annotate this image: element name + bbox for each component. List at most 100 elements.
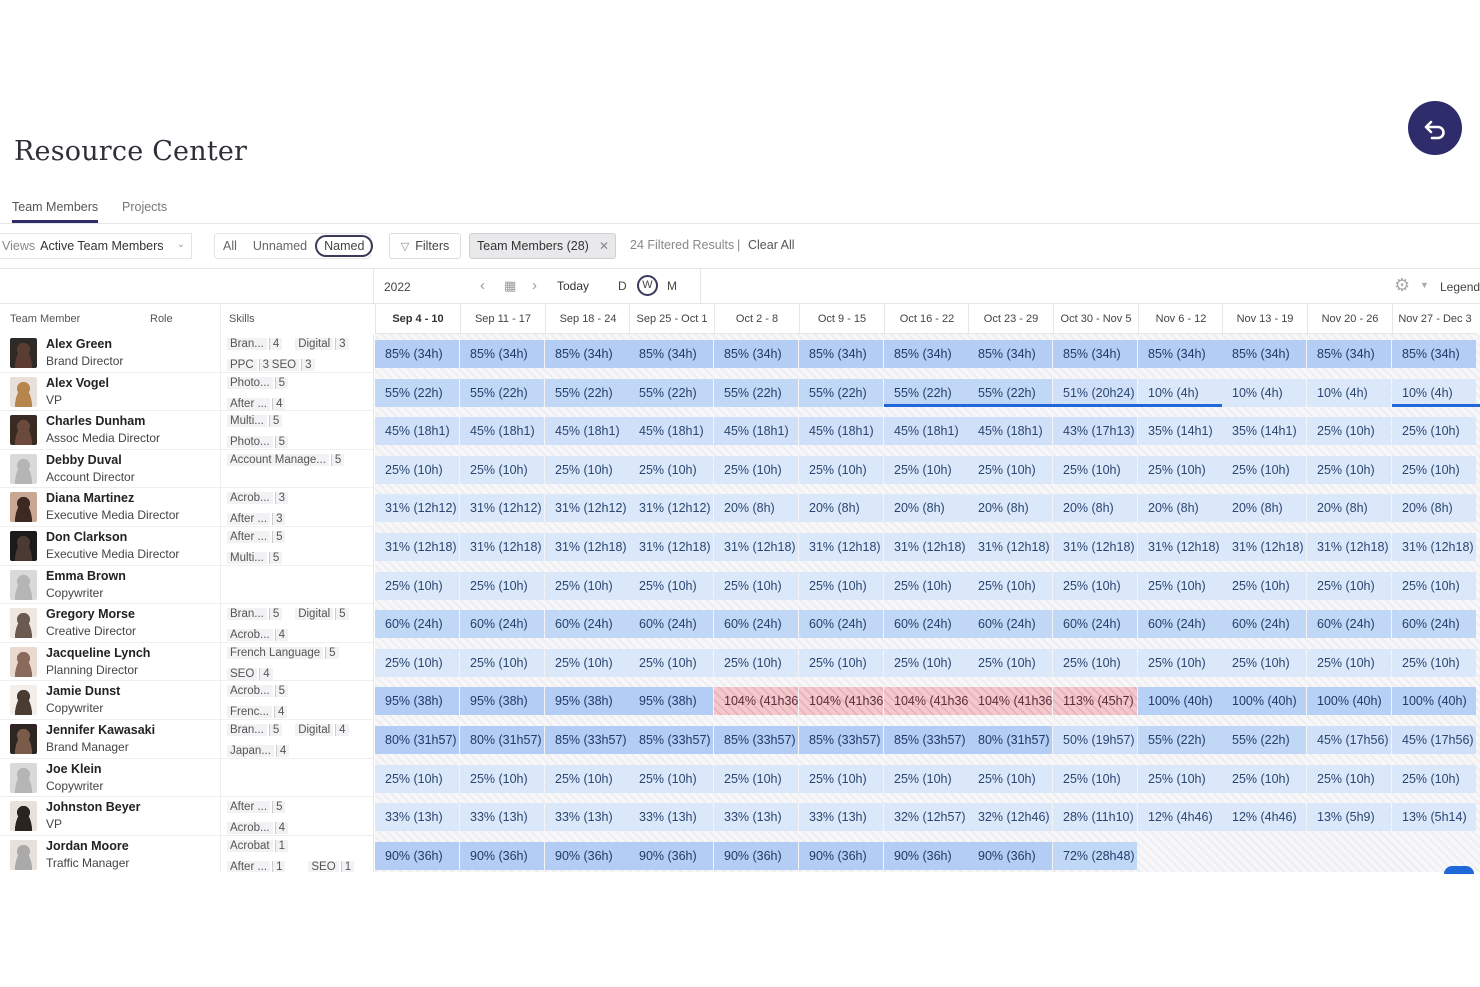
capacity-cell[interactable]: 25% (10h)	[545, 571, 629, 600]
capacity-cell[interactable]: 33% (13h)	[545, 803, 629, 832]
zoom-week[interactable]: W	[637, 275, 658, 296]
capacity-cell[interactable]: 20% (8h)	[1392, 494, 1476, 523]
avatar[interactable]	[10, 531, 37, 561]
capacity-cell[interactable]: 20% (8h)	[1222, 494, 1306, 523]
capacity-cell[interactable]: 25% (10h)	[629, 648, 713, 677]
capacity-cell[interactable]: 104% (41h36	[714, 687, 798, 716]
views-dropdown[interactable]: Views Active Team Members ⌄	[0, 233, 192, 259]
team-member-row[interactable]: Alex Vogel VP Photo... 5 After ... 4	[0, 372, 373, 412]
capacity-cell[interactable]: 90% (36h)	[968, 841, 1052, 870]
legend-button[interactable]: Legend	[1440, 280, 1480, 294]
capacity-cell[interactable]: 25% (10h)	[1222, 455, 1306, 484]
capacity-cell[interactable]: 85% (34h)	[1138, 340, 1222, 368]
capacity-cell[interactable]: 25% (10h)	[1307, 648, 1391, 677]
capacity-cell[interactable]: 25% (10h)	[1392, 455, 1476, 484]
capacity-cell[interactable]: 90% (36h)	[884, 841, 968, 870]
capacity-cell[interactable]: 20% (8h)	[1307, 494, 1391, 523]
capacity-cell[interactable]: 12% (4h46)	[1222, 803, 1306, 832]
capacity-cell[interactable]: 55% (22h)	[799, 378, 883, 407]
member-name[interactable]: Charles Dunham	[46, 414, 145, 428]
capacity-cell[interactable]: 25% (10h)	[375, 571, 459, 600]
member-name[interactable]: Alex Vogel	[46, 376, 109, 390]
capacity-cell[interactable]: 45% (18h1)	[629, 417, 713, 446]
capacity-cell[interactable]: 85% (34h)	[460, 340, 544, 368]
capacity-cell[interactable]: 90% (36h)	[714, 841, 798, 870]
capacity-cell[interactable]: 60% (24h)	[884, 610, 968, 639]
capacity-cell[interactable]: 25% (10h)	[799, 571, 883, 600]
week-header[interactable]: Nov 20 - 26	[1307, 304, 1392, 334]
capacity-cell[interactable]: 80% (31h57)	[375, 726, 459, 754]
capacity-cell[interactable]: 12% (4h46)	[1138, 803, 1222, 832]
capacity-cell[interactable]: 33% (13h)	[714, 803, 798, 832]
capacity-cell[interactable]: 31% (12h18)	[1222, 533, 1306, 561]
segment-named[interactable]: Named	[315, 235, 374, 257]
capacity-cell[interactable]: 25% (10h)	[460, 648, 544, 677]
capacity-cell[interactable]: 25% (10h)	[714, 764, 798, 793]
avatar[interactable]	[10, 492, 37, 523]
capacity-cell[interactable]: 25% (10h)	[799, 455, 883, 484]
team-member-row[interactable]: Johnston Beyer VP After ... 5 Acrob... 4	[0, 797, 373, 836]
capacity-cell[interactable]: 60% (24h)	[968, 610, 1052, 639]
clear-all-link[interactable]: Clear All	[748, 238, 795, 252]
capacity-cell[interactable]: 55% (22h)	[629, 378, 713, 407]
capacity-cell[interactable]: 85% (34h)	[1392, 340, 1476, 368]
avatar[interactable]	[10, 338, 37, 368]
capacity-cell[interactable]: 25% (10h)	[1138, 455, 1222, 484]
capacity-cell[interactable]: 25% (10h)	[884, 764, 968, 793]
team-member-row[interactable]: Gregory Morse Creative Director Bran... 5 Di…	[0, 604, 373, 643]
week-header[interactable]: Oct 16 - 22	[884, 304, 969, 334]
capacity-cell[interactable]: 25% (10h)	[1307, 417, 1391, 446]
member-name[interactable]: Emma Brown	[46, 569, 126, 583]
capacity-cell[interactable]: 85% (34h)	[714, 340, 798, 368]
capacity-cell[interactable]: 60% (24h)	[545, 610, 629, 639]
week-header[interactable]: Oct 2 - 8	[714, 304, 799, 334]
capacity-cell[interactable]: 20% (8h)	[968, 494, 1052, 523]
capacity-cell[interactable]: 51% (20h24)	[1053, 378, 1137, 407]
capacity-cell[interactable]: 31% (12h18)	[1053, 533, 1137, 561]
capacity-cell[interactable]: 85% (34h)	[968, 340, 1052, 368]
chevron-left-icon[interactable]: ‹	[480, 277, 485, 294]
capacity-cell[interactable]: 31% (12h12)	[375, 494, 459, 523]
capacity-cell[interactable]: 95% (38h)	[460, 687, 544, 716]
capacity-cell[interactable]: 85% (33h57)	[629, 726, 713, 754]
capacity-cell[interactable]: 90% (36h)	[375, 841, 459, 870]
avatar[interactable]	[10, 376, 37, 407]
capacity-cell[interactable]: 95% (38h)	[375, 687, 459, 716]
capacity-cell[interactable]: 25% (10h)	[714, 648, 798, 677]
avatar[interactable]	[10, 801, 37, 832]
member-name[interactable]: Debby Duval	[46, 453, 122, 467]
capacity-cell[interactable]: 60% (24h)	[629, 610, 713, 639]
capacity-cell[interactable]: 25% (10h)	[1392, 571, 1476, 600]
capacity-cell[interactable]: 31% (12h18)	[545, 533, 629, 561]
capacity-cell[interactable]: 90% (36h)	[460, 841, 544, 870]
capacity-cell[interactable]: 25% (10h)	[1307, 455, 1391, 484]
capacity-cell[interactable]: 20% (8h)	[714, 494, 798, 523]
capacity-cell[interactable]: 45% (18h1)	[545, 417, 629, 446]
capacity-cell[interactable]: 20% (8h)	[1138, 494, 1222, 523]
capacity-cell[interactable]: 85% (33h57)	[884, 726, 968, 754]
avatar[interactable]	[10, 839, 37, 870]
capacity-cell[interactable]: 25% (10h)	[968, 571, 1052, 600]
capacity-cell[interactable]: 25% (10h)	[1392, 764, 1476, 793]
capacity-cell[interactable]: 10% (4h)	[1138, 378, 1222, 407]
week-header[interactable]: Sep 18 - 24	[545, 304, 630, 334]
capacity-cell[interactable]: 85% (34h)	[1222, 340, 1306, 368]
capacity-cell[interactable]: 25% (10h)	[1053, 648, 1137, 677]
member-name[interactable]: Joe Klein	[46, 762, 102, 776]
capacity-cell[interactable]: 85% (34h)	[375, 340, 459, 368]
capacity-cell[interactable]: 25% (10h)	[1307, 571, 1391, 600]
week-header[interactable]: Sep 4 - 10	[375, 304, 460, 334]
capacity-cell[interactable]: 31% (12h18)	[799, 533, 883, 561]
capacity-cell[interactable]: 45% (18h1)	[968, 417, 1052, 446]
capacity-cell[interactable]: 60% (24h)	[1138, 610, 1222, 639]
today-button[interactable]: Today	[557, 279, 589, 293]
capacity-cell[interactable]: 90% (36h)	[799, 841, 883, 870]
capacity-cell[interactable]: 25% (10h)	[1222, 764, 1306, 793]
capacity-cell[interactable]: 60% (24h)	[375, 610, 459, 639]
capacity-cell[interactable]: 25% (10h)	[1053, 571, 1137, 600]
capacity-cell[interactable]: 31% (12h18)	[460, 533, 544, 561]
team-member-row[interactable]: Alex Green Brand Director Bran... 4 Digital 3…	[0, 334, 373, 373]
capacity-cell[interactable]: 31% (12h18)	[629, 533, 713, 561]
column-header-role[interactable]: Role	[150, 304, 173, 334]
avatar[interactable]	[10, 569, 37, 600]
